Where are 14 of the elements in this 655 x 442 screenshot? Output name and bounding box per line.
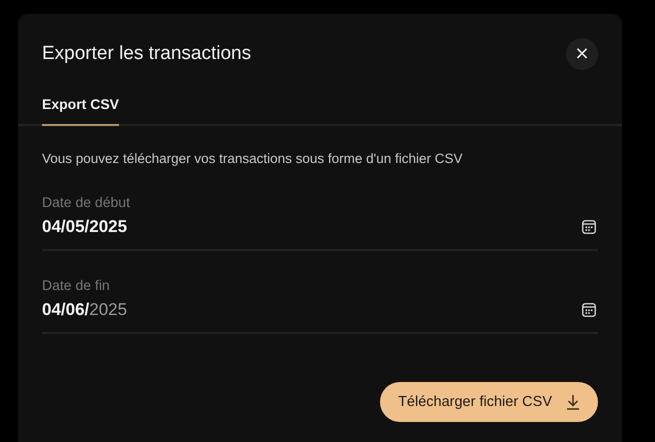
date-value: 04/05/2025 <box>42 217 128 237</box>
date-field[interactable]: Date de début 04/05/2025 <box>42 194 598 251</box>
download-icon <box>566 394 580 410</box>
field-label: Date de fin <box>42 277 110 293</box>
close-button[interactable]: × <box>566 38 598 70</box>
download-button[interactable]: Télécharger fichier CSV <box>380 382 598 422</box>
calendar-icon[interactable] <box>582 220 596 234</box>
field-label: Date de début <box>42 194 130 210</box>
description-text: Vous pouvez télécharger vos transactions sous forme d'un fichier CSV <box>42 151 464 166</box>
date-field[interactable]: Date de fin 04/06/2025 <box>42 277 598 334</box>
calendar-icon[interactable] <box>582 303 596 317</box>
date-value: 04/06/2025 <box>42 300 128 320</box>
tab[interactable]: Export CSV <box>42 96 120 126</box>
dialog-title: Exporter les transactions <box>42 43 252 65</box>
